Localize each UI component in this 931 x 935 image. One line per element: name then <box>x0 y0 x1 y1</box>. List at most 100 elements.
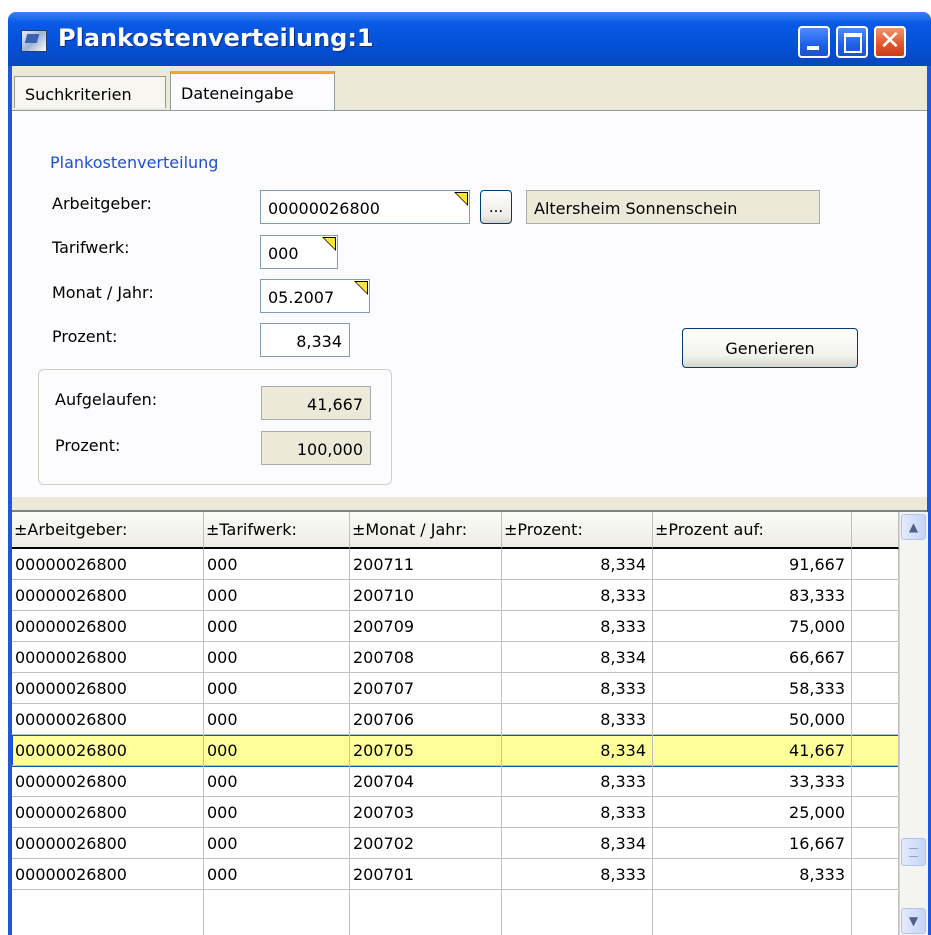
arbeitgeber-name-field: Altersheim Sonnenschein <box>526 190 820 224</box>
tarifwerk-label: Tarifwerk: <box>52 238 130 257</box>
col-header-prozent-auf[interactable]: ±Prozent auf: <box>653 512 852 549</box>
minimize-icon <box>807 46 819 50</box>
table-cell[interactable]: 200708 <box>350 642 502 673</box>
table-cell[interactable]: 00000026800 <box>12 611 204 642</box>
col-header-prozent[interactable]: ±Prozent: <box>502 512 653 549</box>
table-cell[interactable]: 91,667 <box>653 549 852 580</box>
arbeitgeber-value: 00000026800 <box>268 199 380 218</box>
scroll-up-button[interactable]: ▲ <box>901 514 926 540</box>
table-cell[interactable]: 000 <box>204 735 350 766</box>
title-bar[interactable]: Plankostenverteilung:1 ✕ <box>8 12 931 66</box>
arbeitgeber-label: Arbeitgeber: <box>52 194 152 213</box>
table-cell[interactable]: 00000026800 <box>12 704 204 735</box>
minimize-button[interactable] <box>798 26 830 58</box>
table-cell[interactable]: 000 <box>204 611 350 642</box>
table-cell[interactable]: 200711 <box>350 549 502 580</box>
table-cell[interactable]: 000 <box>204 580 350 611</box>
table-cell[interactable]: 8,333 <box>502 859 653 890</box>
data-grid: ±Arbeitgeber: ±Tarifwerk: ±Monat / Jahr: ±P… <box>12 510 928 935</box>
table-cell[interactable]: 58,333 <box>653 673 852 704</box>
table-cell[interactable]: 8,333 <box>502 673 653 704</box>
table-cell[interactable]: 200706 <box>350 704 502 735</box>
table-cell[interactable]: 00000026800 <box>12 766 204 797</box>
empty-row-cell <box>204 890 350 935</box>
vertical-scrollbar[interactable]: ▲ ▼ <box>899 512 928 935</box>
monat-jahr-label: Monat / Jahr: <box>52 283 154 302</box>
table-cell[interactable]: 000 <box>204 859 350 890</box>
table-cell[interactable]: 8,333 <box>502 704 653 735</box>
table-cell[interactable]: 200707 <box>350 673 502 704</box>
col-header-monat-jahr[interactable]: ±Monat / Jahr: <box>350 512 502 549</box>
table-filler-cell <box>852 673 899 704</box>
table-cell[interactable]: 00000026800 <box>12 642 204 673</box>
maximize-button[interactable] <box>836 26 868 58</box>
table-filler-cell <box>852 797 899 828</box>
tab-strip: Suchkriterien Dateneingabe <box>12 66 927 111</box>
scroll-thumb[interactable] <box>901 838 926 866</box>
table-cell[interactable]: 200709 <box>350 611 502 642</box>
table-cell[interactable]: 33,333 <box>653 766 852 797</box>
table-cell[interactable]: 000 <box>204 549 350 580</box>
table-filler-cell <box>852 642 899 673</box>
table-cell[interactable]: 00000026800 <box>12 859 204 890</box>
table-cell[interactable]: 200705 <box>350 735 502 766</box>
table-cell[interactable]: 200702 <box>350 828 502 859</box>
application-window: Plankostenverteilung:1 ✕ Suchkriterien D… <box>8 12 931 935</box>
generieren-button[interactable]: Generieren <box>682 328 858 368</box>
application-icon[interactable] <box>21 30 47 52</box>
col-header-tarifwerk[interactable]: ±Tarifwerk: <box>204 512 350 549</box>
table-cell[interactable]: 00000026800 <box>12 549 204 580</box>
table-cell[interactable]: 25,000 <box>653 797 852 828</box>
table-cell[interactable]: 8,333 <box>502 766 653 797</box>
table-cell[interactable]: 00000026800 <box>12 735 204 766</box>
table-cell[interactable]: 000 <box>204 704 350 735</box>
arbeitgeber-lookup-button[interactable]: ... <box>480 190 512 224</box>
table-cell[interactable]: 8,333 <box>502 611 653 642</box>
table-cell[interactable]: 000 <box>204 673 350 704</box>
table-cell[interactable]: 000 <box>204 797 350 828</box>
tab-dateneingabe[interactable]: Dateneingabe <box>170 71 335 111</box>
col-header-arbeitgeber[interactable]: ±Arbeitgeber: <box>12 512 204 549</box>
table-cell[interactable]: 16,667 <box>653 828 852 859</box>
tarifwerk-input[interactable]: 000 <box>260 235 338 269</box>
table-cell[interactable]: 8,334 <box>502 549 653 580</box>
summary-group: Aufgelaufen: 41,667 Prozent: 100,000 <box>38 369 392 485</box>
empty-row-cell <box>502 890 653 935</box>
table-filler-cell <box>852 766 899 797</box>
table-cell[interactable]: 75,000 <box>653 611 852 642</box>
table-filler-cell <box>852 735 899 766</box>
table-cell[interactable]: 00000026800 <box>12 673 204 704</box>
tab-suchkriterien[interactable]: Suchkriterien <box>14 76 166 108</box>
table-cell[interactable]: 8,334 <box>502 735 653 766</box>
prozent-input[interactable]: 8,334 <box>260 323 350 357</box>
table-cell[interactable]: 200703 <box>350 797 502 828</box>
window-client-area: Suchkriterien Dateneingabe Plankostenver… <box>12 66 928 935</box>
aufgelaufen-label: Aufgelaufen: <box>55 390 158 409</box>
table-cell[interactable]: 200704 <box>350 766 502 797</box>
table-cell[interactable]: 41,667 <box>653 735 852 766</box>
table-cell[interactable]: 8,333 <box>653 859 852 890</box>
table-cell[interactable]: 000 <box>204 766 350 797</box>
monat-jahr-input[interactable]: 05.2007 <box>260 279 370 313</box>
table-cell[interactable]: 00000026800 <box>12 580 204 611</box>
table-cell[interactable]: 8,334 <box>502 642 653 673</box>
table-cell[interactable]: 8,333 <box>502 797 653 828</box>
close-button[interactable]: ✕ <box>874 26 906 58</box>
table-cell[interactable]: 8,334 <box>502 828 653 859</box>
table-cell[interactable]: 200701 <box>350 859 502 890</box>
table-cell[interactable]: 8,333 <box>502 580 653 611</box>
table-cell[interactable]: 83,333 <box>653 580 852 611</box>
table-filler-cell <box>852 611 899 642</box>
table-cell[interactable]: 00000026800 <box>12 828 204 859</box>
scroll-down-button[interactable]: ▼ <box>901 908 926 934</box>
arbeitgeber-input[interactable]: 00000026800 <box>260 190 470 224</box>
table-cell[interactable]: 50,000 <box>653 704 852 735</box>
table-filler-cell <box>852 828 899 859</box>
table-cell[interactable]: 000 <box>204 828 350 859</box>
table-cell[interactable]: 000 <box>204 642 350 673</box>
maximize-icon <box>844 33 862 53</box>
table-filler-cell <box>852 859 899 890</box>
table-cell[interactable]: 00000026800 <box>12 797 204 828</box>
table-cell[interactable]: 200710 <box>350 580 502 611</box>
table-cell[interactable]: 66,667 <box>653 642 852 673</box>
